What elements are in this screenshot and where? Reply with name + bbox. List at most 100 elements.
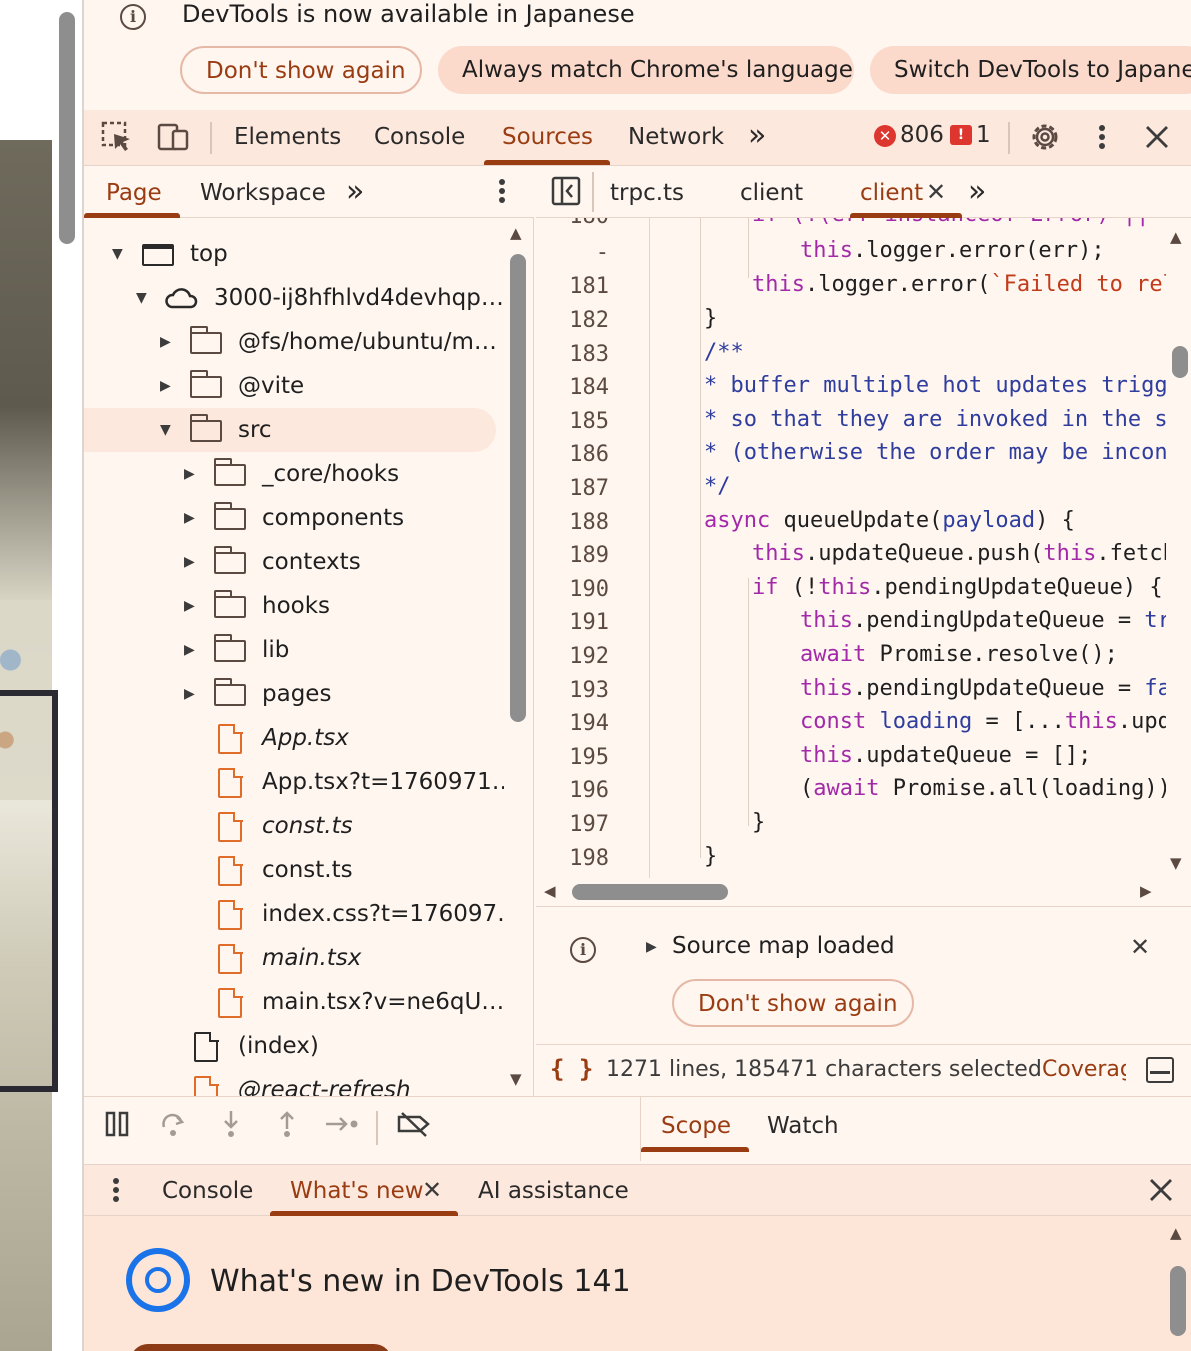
code-comment[interactable]: * buffer multiple hot updates triggered (704, 373, 1166, 398)
tree-item-folder-selected[interactable]: ▼ src (84, 408, 496, 452)
tree-item-file[interactable]: App.tsx (84, 716, 496, 760)
deactivate-breakpoints-icon[interactable] (396, 1109, 432, 1146)
code-line[interactable]: } (704, 844, 717, 869)
tab-workspace[interactable]: Workspace (200, 180, 326, 206)
tab-elements[interactable]: Elements (234, 124, 341, 150)
collapsed-arrow-icon[interactable]: ▶ (184, 452, 195, 496)
line-number[interactable]: 184 (569, 375, 609, 400)
scroll-down-arrow-icon[interactable]: ▼ (510, 1070, 522, 1088)
navigator-scrollbar-thumb[interactable] (510, 254, 526, 722)
drawer-menu-icon[interactable] (108, 1173, 124, 1213)
tree-item-file[interactable]: main.tsx?v=ne6qU… (84, 980, 504, 1024)
page-scrollbar-thumb[interactable] (59, 12, 75, 244)
pause-icon[interactable] (102, 1109, 132, 1146)
settings-gear-icon[interactable] (1028, 120, 1062, 160)
tree-item-origin[interactable]: ▼ 3000-ij8hfhlvd4devhqp… (84, 276, 504, 320)
tab-network[interactable]: Network (628, 124, 724, 150)
line-number[interactable]: 198 (569, 846, 609, 871)
code-line[interactable]: if (!(err instanceof Error) || !err (752, 218, 1166, 227)
tree-item-file[interactable]: const.ts (84, 804, 496, 848)
tree-item-file[interactable]: @react-refresh (84, 1068, 496, 1096)
code-horizontal-scrollbar-thumb[interactable] (572, 884, 728, 900)
code-comment[interactable]: * (otherwise the order may be inconsist (704, 440, 1166, 465)
error-count[interactable]: 806 (900, 122, 944, 148)
collapsed-arrow-icon[interactable]: ▶ (184, 584, 195, 628)
drawer-scrollbar-thumb[interactable] (1170, 1266, 1186, 1336)
drawer-tab-console[interactable]: Console (162, 1178, 253, 1204)
close-infobar-icon[interactable]: ✕ (1130, 933, 1150, 961)
line-number[interactable]: 186 (569, 442, 609, 467)
code-editor[interactable]: 180 - 181 182 183 184 185 186 187 188 18… (536, 218, 1166, 878)
sourcemap-message[interactable]: Source map loaded (672, 933, 895, 959)
whats-new-action-button[interactable] (130, 1344, 392, 1351)
expanded-arrow-icon[interactable]: ▼ (136, 276, 147, 320)
more-options-icon[interactable] (492, 174, 512, 214)
coverage-label[interactable]: Coverage (1042, 1057, 1126, 1082)
collapsed-arrow-icon[interactable]: ▶ (184, 496, 195, 540)
collapsed-arrow-icon[interactable]: ▶ (184, 540, 195, 584)
more-tabs-icon[interactable]: » (748, 118, 766, 153)
tree-item-file[interactable]: (index) (84, 1024, 496, 1068)
toggle-navigator-icon[interactable] (550, 174, 582, 214)
step-into-icon[interactable] (216, 1109, 246, 1146)
line-number[interactable]: 193 (569, 678, 609, 703)
collapsed-arrow-icon[interactable]: ▶ (184, 672, 195, 716)
tree-item-folder[interactable]: ▶ @vite (84, 364, 496, 408)
collapsed-arrow-icon[interactable]: ▶ (160, 364, 171, 408)
tree-item-file[interactable]: const.ts (84, 848, 496, 892)
line-number[interactable]: 192 (569, 644, 609, 669)
inspect-element-icon[interactable] (100, 120, 134, 160)
scroll-left-arrow-icon[interactable]: ◀ (544, 882, 556, 900)
line-number[interactable]: 181 (569, 274, 609, 299)
code-line[interactable]: this.updateQueue.push(this.fetchUpd (752, 541, 1166, 566)
tree-item-folder[interactable]: ▶ lib (84, 628, 496, 672)
scroll-up-arrow-icon[interactable]: ▲ (1170, 1224, 1182, 1242)
editor-tab-client-active[interactable]: client (860, 180, 923, 206)
line-number[interactable]: 188 (569, 510, 609, 535)
line-number[interactable]: 196 (569, 778, 609, 803)
expand-details-icon[interactable]: ▶ (646, 939, 657, 955)
line-number[interactable]: 187 (569, 476, 609, 501)
coverage-toggle-icon[interactable] (1146, 1057, 1174, 1083)
close-devtools-icon[interactable] (1142, 120, 1172, 160)
line-number[interactable]: 190 (569, 577, 609, 602)
close-drawer-icon[interactable] (1146, 1173, 1176, 1213)
scroll-up-arrow-icon[interactable]: ▲ (510, 224, 522, 242)
drawer-tab-ai-assistance[interactable]: AI assistance (478, 1178, 629, 1204)
step-icon[interactable] (324, 1109, 362, 1146)
editor-tab-client[interactable]: client (740, 180, 803, 206)
code-comment[interactable]: * so that they are invoked in the same (704, 407, 1166, 432)
tree-item-folder[interactable]: ▶ _core/hooks (84, 452, 496, 496)
issue-count[interactable]: 1 (976, 122, 991, 148)
tree-item-folder[interactable]: ▶ pages (84, 672, 496, 716)
dont-show-again-button[interactable]: Don't show again (672, 979, 914, 1027)
line-number[interactable]: 191 (569, 610, 609, 635)
step-out-icon[interactable] (272, 1109, 302, 1146)
code-vertical-scrollbar-thumb[interactable] (1172, 346, 1188, 378)
tab-scope[interactable]: Scope (661, 1113, 731, 1139)
expanded-arrow-icon[interactable]: ▼ (112, 232, 123, 276)
error-icon[interactable]: ✕ (874, 125, 896, 147)
tree-item-folder[interactable]: ▶ hooks (84, 584, 496, 628)
code-comment[interactable]: /** (704, 340, 744, 365)
tab-page[interactable]: Page (106, 180, 162, 206)
scroll-up-arrow-icon[interactable]: ▲ (1170, 228, 1182, 246)
always-match-language-button[interactable]: Always match Chrome's language (438, 46, 854, 94)
step-over-icon[interactable] (158, 1109, 188, 1146)
scroll-right-arrow-icon[interactable]: ▶ (1140, 882, 1152, 900)
tree-item-folder[interactable]: ▶ contexts (84, 540, 496, 584)
line-number[interactable]: 197 (569, 812, 609, 837)
code-line[interactable]: this.pendingUpdateQueue = true (800, 608, 1166, 633)
code-line[interactable]: } (752, 810, 765, 835)
line-number[interactable]: 185 (569, 409, 609, 434)
tree-item-frame[interactable]: ▼ top (84, 232, 496, 276)
dont-show-again-button[interactable]: Don't show again (180, 46, 422, 94)
scroll-down-arrow-icon[interactable]: ▼ (1170, 854, 1182, 872)
code-line[interactable]: this.logger.error(err); (800, 238, 1105, 263)
more-options-icon[interactable] (1092, 120, 1112, 160)
tab-sources[interactable]: Sources (502, 124, 593, 150)
line-number[interactable]: 180 (569, 218, 609, 229)
code-line[interactable]: const loading = [...this.update (800, 709, 1166, 734)
code-line[interactable]: (await Promise.all(loading)).fo (800, 776, 1166, 801)
device-toolbar-icon[interactable] (156, 120, 190, 160)
